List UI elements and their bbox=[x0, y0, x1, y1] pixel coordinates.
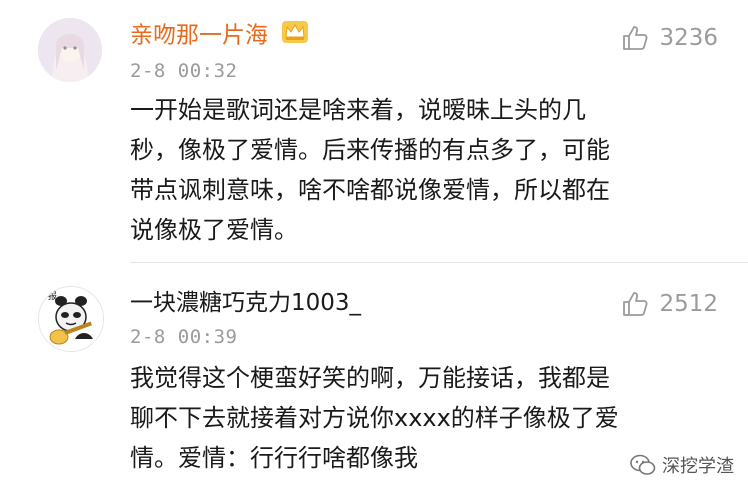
like-button[interactable]: 2512 bbox=[621, 290, 718, 318]
comment-item: 亲吻那一片海 2-8 00:32 3236 一开始是歌词还是啥来着，说暧昧上头的… bbox=[0, 0, 748, 262]
username-text[interactable]: 亲吻那一片海 bbox=[130, 23, 268, 49]
like-count: 2512 bbox=[659, 291, 718, 317]
watermark: 深挖学渣 bbox=[630, 452, 734, 478]
comment-line: 我觉得这个梗蛮好笑的啊，万能接话，我都是 bbox=[130, 364, 610, 392]
like-button[interactable]: 3236 bbox=[621, 24, 718, 52]
like-count: 3236 bbox=[659, 25, 718, 51]
watermark-text: 深挖学渣 bbox=[662, 456, 734, 477]
comment-time: 2-8 00:39 bbox=[130, 326, 238, 348]
comment-time: 2-8 00:32 bbox=[130, 60, 238, 82]
thumbs-up-icon bbox=[623, 292, 648, 316]
vip-crown-icon bbox=[281, 20, 309, 52]
username[interactable]: 亲吻那一片海 bbox=[130, 20, 309, 52]
comment-line: 聊不下去就接着对方说你xxxx的样子像极了爱 bbox=[130, 404, 619, 432]
comment-line: 秒，像极了爱情。后来传播的有点多了，可能 bbox=[130, 136, 610, 164]
thumbs-up-icon bbox=[623, 26, 648, 50]
comment-line: 一开始是歌词还是啥来着，说暧昧上头的几 bbox=[130, 96, 586, 124]
wechat-icon bbox=[630, 454, 656, 475]
avatar[interactable] bbox=[38, 18, 102, 82]
comment-text: 一开始是歌词还是啥来着，说暧昧上头的几 秒，像极了爱情。后来传播的有点多了，可能… bbox=[130, 90, 720, 250]
comment-line: 说像极了爱情。 bbox=[130, 216, 298, 244]
username-text[interactable]: 一块濃糖巧克力1003_ bbox=[130, 290, 361, 316]
avatar-badge: 报 bbox=[48, 290, 57, 302]
comment-line: 带点讽刺意味，啥不啥都说像爱情，所以都在 bbox=[130, 176, 610, 204]
username[interactable]: 一块濃糖巧克力1003_ bbox=[130, 288, 361, 318]
avatar[interactable]: 报 bbox=[38, 286, 104, 352]
